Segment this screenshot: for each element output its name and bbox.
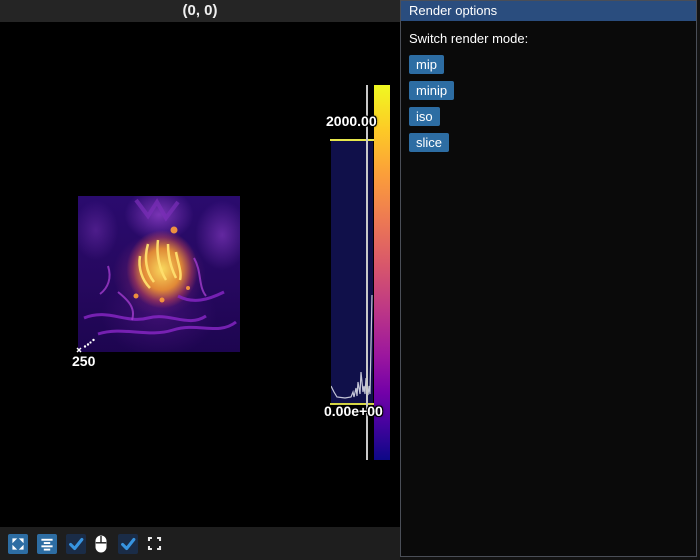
- expand-arrows-icon: [10, 536, 26, 552]
- reset-camera-button[interactable]: [8, 534, 28, 554]
- mode-button-minip[interactable]: minip: [409, 81, 454, 100]
- fullscreen-corners-icon: [146, 535, 163, 552]
- viewport-toolbar: [0, 527, 400, 560]
- center-volume-button[interactable]: [37, 534, 57, 554]
- checkmark-icon: [119, 535, 137, 553]
- app-window: (0, 0): [0, 0, 700, 560]
- colorbar-min-label: 0.00e+00: [324, 403, 383, 419]
- align-center-lines-icon: [39, 536, 55, 552]
- volume-render-viewport[interactable]: 250 2000.00 0.00e+00: [0, 22, 400, 527]
- render-options-panel: Render options Switch render mode: mip m…: [400, 0, 697, 557]
- mouse-mode-button[interactable]: [91, 534, 111, 554]
- volume-mip-image[interactable]: [78, 196, 240, 352]
- mouse-icon: [91, 534, 111, 554]
- coords-readout: (0, 0): [0, 0, 400, 22]
- scale-distance-label: 250: [72, 353, 95, 369]
- checkmark-icon: [67, 535, 85, 553]
- mode-button-iso[interactable]: iso: [409, 107, 440, 126]
- mode-button-slice[interactable]: slice: [409, 133, 449, 152]
- fullscreen-button[interactable]: [144, 534, 164, 554]
- toggle-edit-checkbox[interactable]: [66, 534, 86, 554]
- toggle-shade-checkbox[interactable]: [118, 534, 138, 554]
- colorbar-max-label: 2000.00: [326, 113, 377, 129]
- mode-button-mip[interactable]: mip: [409, 55, 444, 74]
- panel-title: Render options: [401, 1, 696, 21]
- vessel-overlay: [78, 196, 240, 352]
- switch-render-mode-label: Switch render mode:: [409, 31, 688, 46]
- ruler-widget[interactable]: [76, 336, 100, 354]
